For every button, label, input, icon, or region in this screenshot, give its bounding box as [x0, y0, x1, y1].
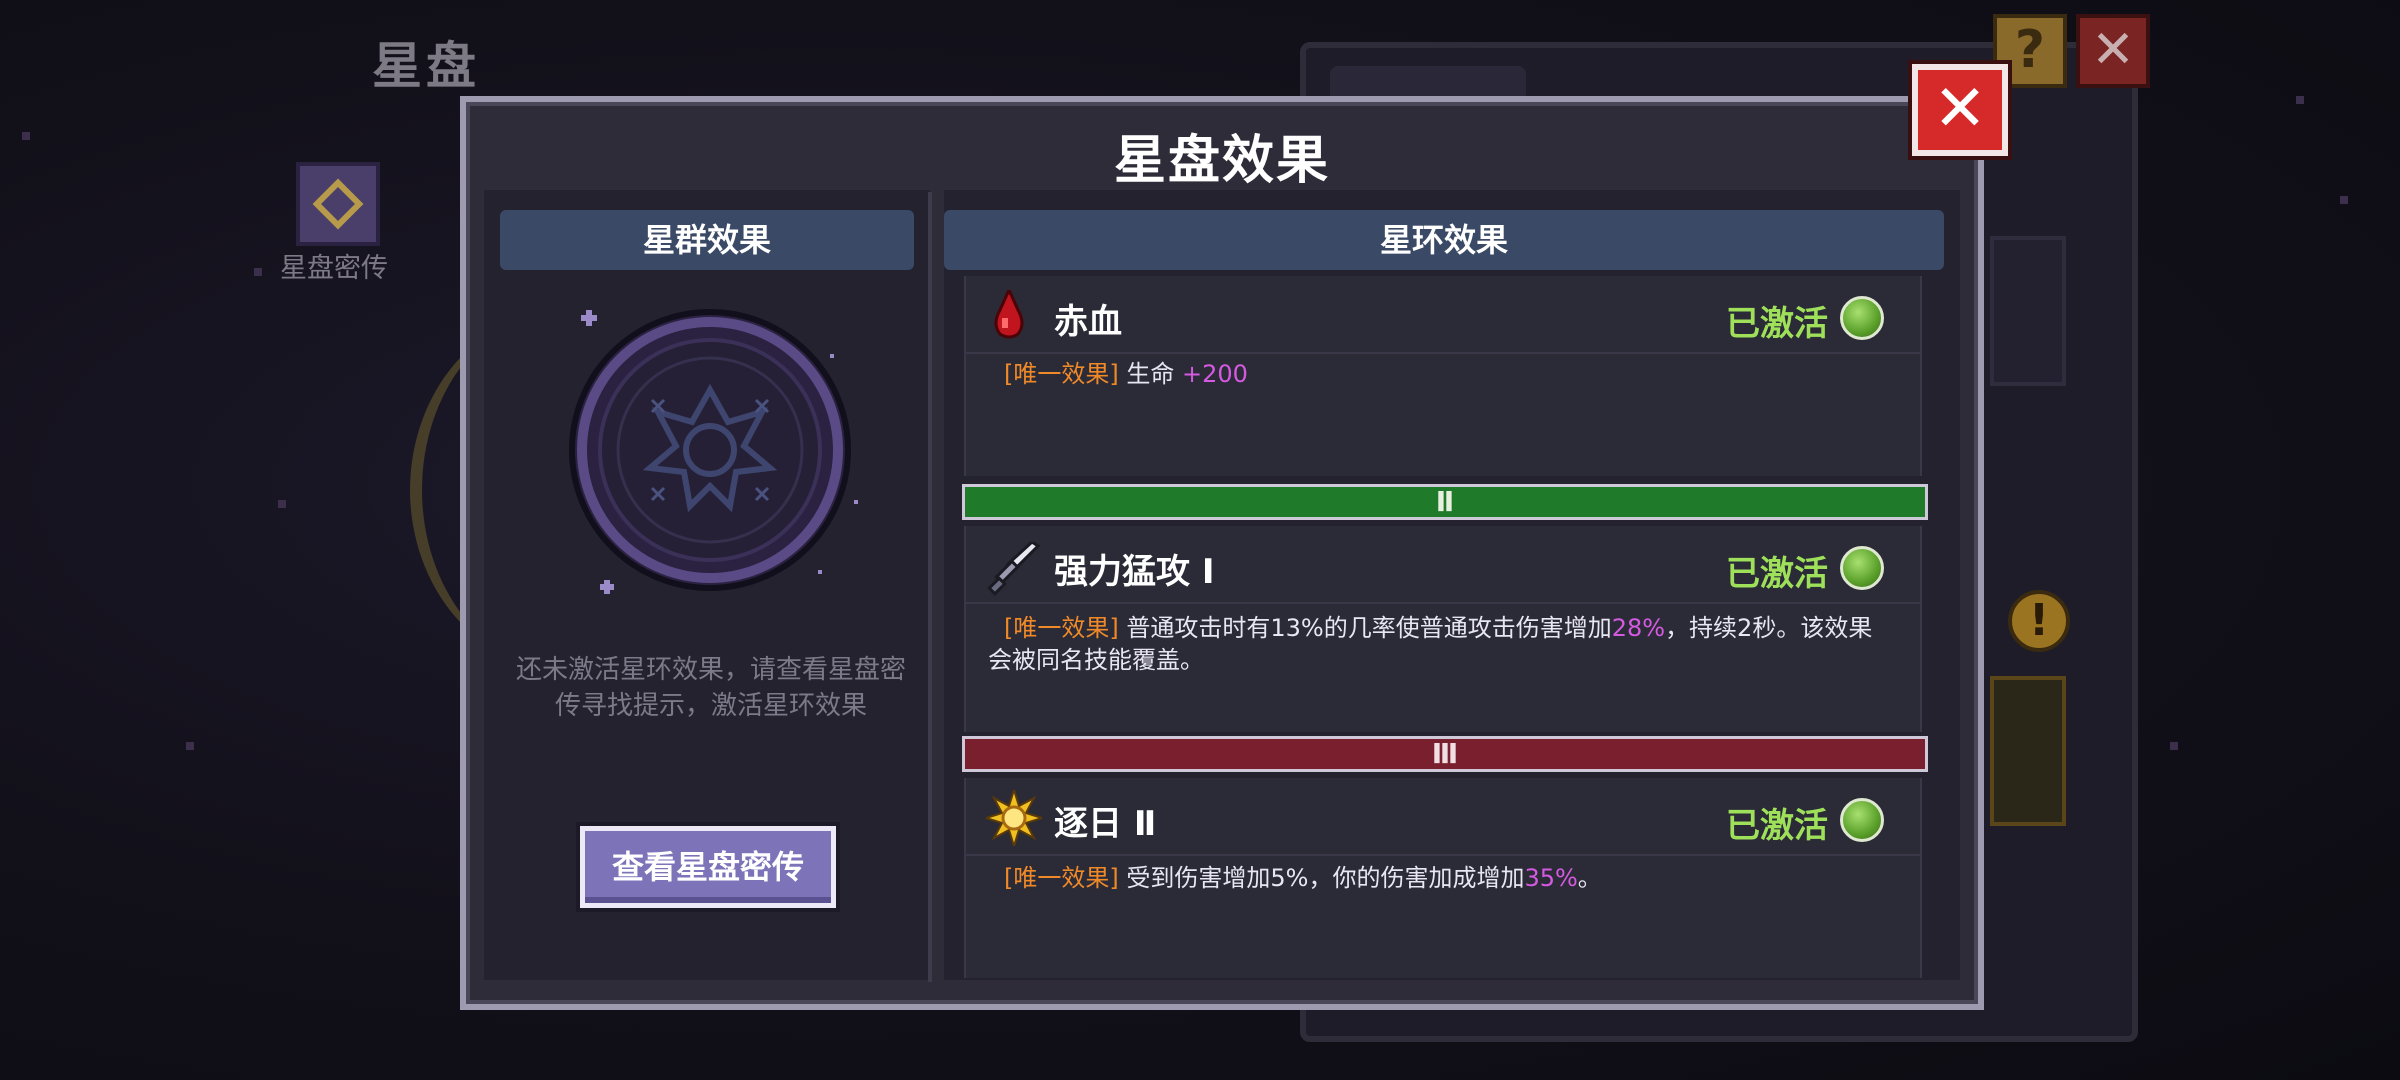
background-side-tile [1990, 676, 2066, 826]
view-star-secret-button[interactable]: 查看星盘密传 [576, 822, 840, 912]
active-indicator-icon [1840, 296, 1884, 340]
row-divider [966, 352, 1920, 354]
tier-3-bar: Ⅲ [962, 736, 1928, 772]
background-close-button[interactable]: ✕ [2076, 14, 2150, 88]
blood-drop-icon [992, 286, 1026, 340]
star-particle [2340, 196, 2348, 204]
hint-line: 传寻找提示，激活星环效果 [554, 691, 867, 721]
ring-effect-item: 逐日 Ⅱ 已激活 [唯一效果] 受到伤害增加5%，你的伤害加成增加35%。 [964, 778, 1922, 978]
description-text: 。 [1577, 864, 1602, 892]
column-divider [928, 192, 932, 982]
unique-effect-tag: [唯一效果] [1004, 614, 1119, 642]
effect-name: 赤血 [1054, 302, 1122, 342]
background-side-tile [1990, 236, 2066, 386]
sun-icon [982, 786, 1046, 850]
active-indicator-icon [1840, 798, 1884, 842]
effect-description: [唯一效果] 受到伤害增加5%，你的伤害加成增加35%。 [1004, 862, 1602, 894]
description-text: 受到伤害增加5%，你的伤害加成增加 [1126, 864, 1525, 892]
star-particle [2296, 96, 2304, 104]
description-text: 生命 [1126, 360, 1175, 388]
constellation-effects-header: 星群效果 [500, 210, 914, 270]
background-page-title: 星盘 [372, 37, 480, 95]
description-value: +200 [1182, 360, 1248, 388]
effect-status: 已激活 [1726, 806, 1828, 846]
effect-name: 强力猛攻 Ⅰ [1054, 552, 1215, 592]
star-particle [254, 268, 262, 276]
star-secret-label[interactable]: 星盘密传 [280, 246, 388, 285]
effect-name: 逐日 Ⅱ [1054, 804, 1157, 844]
close-button[interactable]: ✕ [1908, 60, 2012, 160]
effect-description: [唯一效果] 生命 +200 [1004, 358, 1248, 390]
description-value: 35% [1524, 864, 1578, 892]
description-text: 普通攻击时有13%的几率使普通攻击伤害增加 [1126, 614, 1612, 642]
active-indicator-icon [1840, 546, 1884, 590]
unique-effect-tag: [唯一效果] [1004, 360, 1119, 388]
effect-description: [唯一效果] 普通攻击时有13%的几率使普通攻击伤害增加28%，持续2秒。该效果… [988, 612, 1904, 676]
star-secret-icon[interactable] [296, 162, 380, 246]
dialog-title: 星盘效果 [1113, 131, 1330, 191]
ring-effects-header: 星环效果 [944, 210, 1944, 270]
star-disc-image [560, 300, 860, 600]
effect-status: 已激活 [1726, 554, 1828, 594]
description-line: 会被同名技能覆盖。 [988, 646, 1204, 674]
hint-line: 还未激活星环效果，请查看星盘密 [515, 655, 906, 685]
unique-effect-tag: [唯一效果] [1004, 864, 1119, 892]
star-particle [186, 742, 194, 750]
ring-effect-item: 强力猛攻 Ⅰ 已激活 [唯一效果] 普通攻击时有13%的几率使普通攻击伤害增加2… [964, 526, 1922, 732]
row-divider [966, 854, 1920, 856]
star-particle [22, 132, 30, 140]
row-divider [966, 602, 1920, 604]
description-line: [唯一效果] 普通攻击时有13%的几率使普通攻击伤害增加28%，持续2秒。该效果 [1004, 612, 1904, 644]
warning-icon[interactable]: ! [2008, 590, 2070, 652]
description-value: 28% [1611, 614, 1666, 642]
description-text: ，持续2秒。该效果 [1665, 614, 1873, 642]
star-particle [278, 500, 286, 508]
sword-icon [986, 540, 1042, 598]
effect-status: 已激活 [1726, 304, 1828, 344]
tier-2-bar: Ⅱ [962, 484, 1928, 520]
inactive-hint-text: 还未激活星环效果，请查看星盘密 传寻找提示，激活星环效果 [496, 652, 926, 724]
star-particle [2170, 742, 2178, 750]
ring-effect-item: 赤血 已激活 [唯一效果] 生命 +200 [964, 276, 1922, 476]
